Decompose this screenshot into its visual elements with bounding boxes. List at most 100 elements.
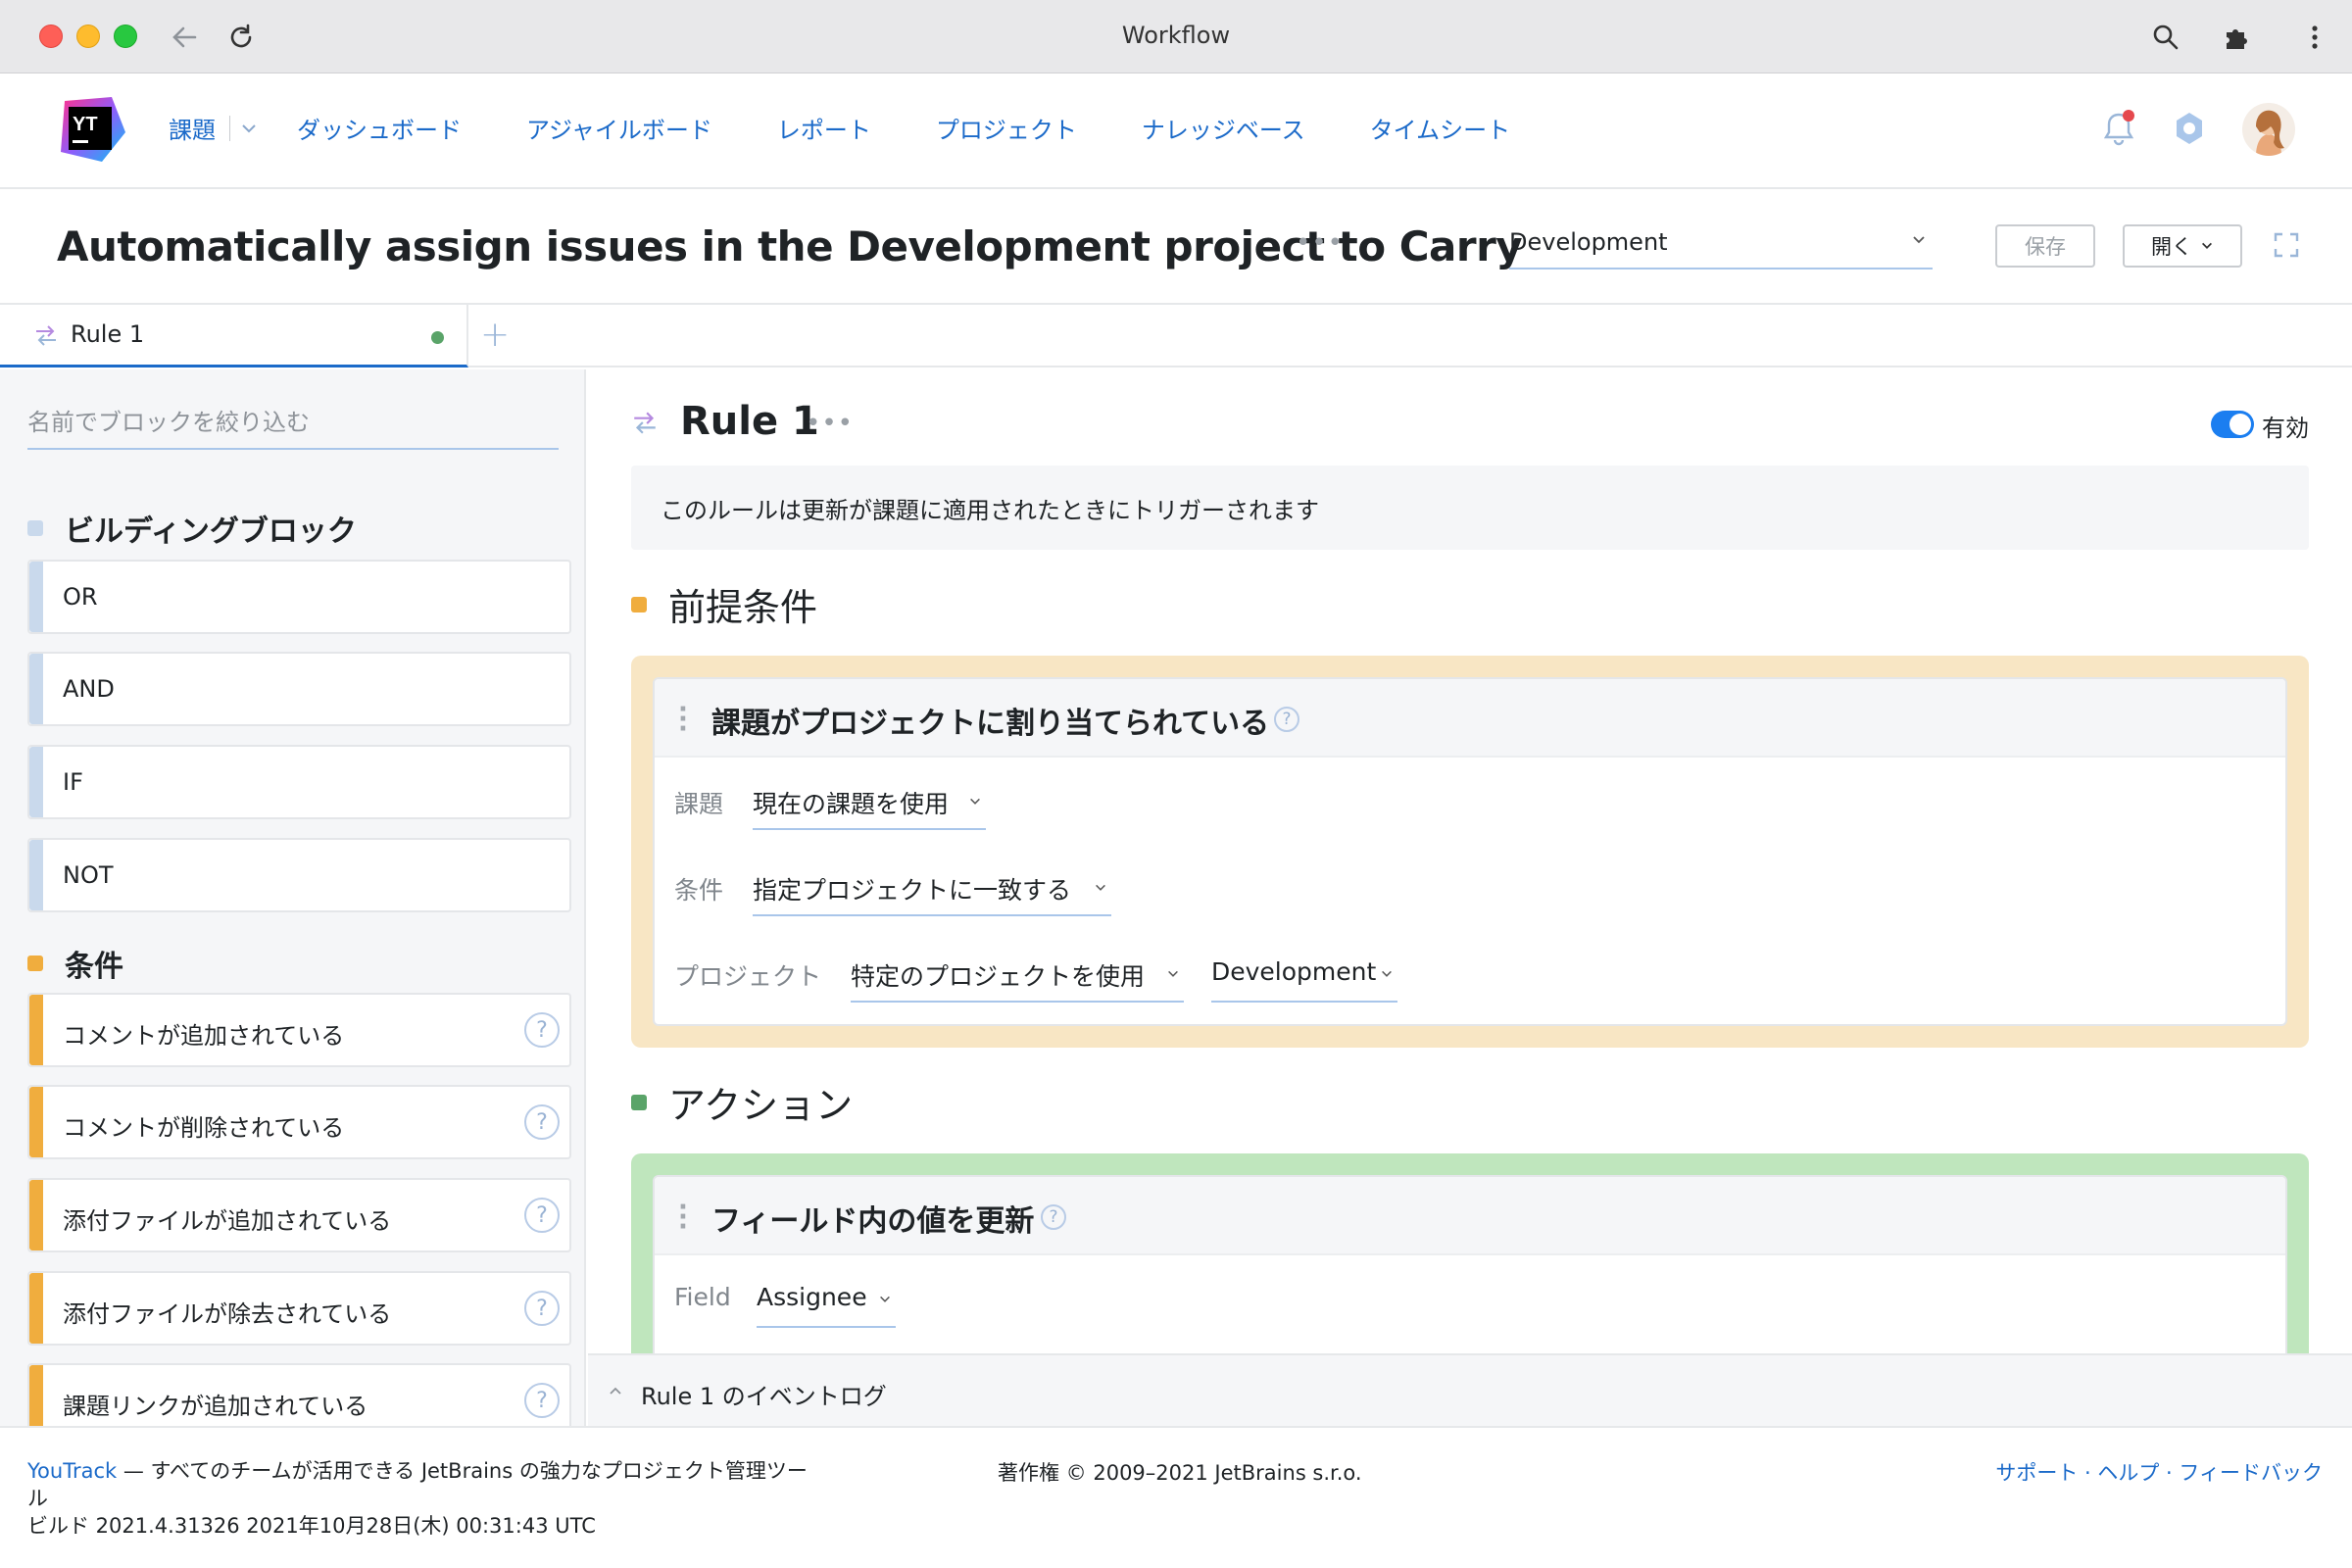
actions-title: アクション — [668, 1084, 854, 1127]
browser-menu-icon[interactable] — [2295, 18, 2334, 57]
section-marker — [27, 956, 43, 971]
trigger-text: このルールは更新が課題に適用されたときにトリガーされます — [661, 497, 1319, 524]
tab-rule-1[interactable]: Rule 1 — [0, 305, 468, 368]
nav-issues[interactable]: 課題 — [169, 111, 258, 145]
rule-editor: Rule 1 ••• 有効 このルールは更新が課題に適用されたときにトリガーされ… — [588, 369, 2352, 1355]
enabled-toggle[interactable] — [2211, 411, 2254, 438]
notifications-bell-icon[interactable] — [2093, 103, 2144, 154]
block-label: コメントが追加されている — [63, 1022, 345, 1050]
help-icon[interactable]: ? — [524, 1291, 560, 1326]
chevron-down-icon[interactable] — [240, 120, 258, 137]
event-log-toggle[interactable]: Rule 1 のイベントログ — [588, 1353, 2352, 1426]
issue-select[interactable]: 現在の課題を使用 — [753, 779, 986, 830]
main-nav: 課題 ダッシュボード アジャイルボード レポート プロジェクト ナレッジベース … — [169, 111, 1575, 145]
prerequisites-heading: 前提条件 — [631, 577, 817, 631]
project-select[interactable]: Development — [1509, 224, 1933, 270]
youtrack-logo[interactable]: YT — [55, 93, 127, 166]
section-marker — [631, 1094, 647, 1110]
block-label: 添付ファイルが追加されている — [63, 1207, 392, 1235]
rule-tabs: Rule 1 + — [0, 305, 2352, 368]
add-rule-button[interactable]: + — [480, 315, 510, 355]
condition-card[interactable]: · · · 課題がプロジェクトに割り当てられている ? 課題 現在の課題を使用 条件… — [653, 677, 2287, 1026]
rule-more-icon[interactable]: ••• — [806, 409, 854, 438]
rule-arrows-icon — [634, 412, 656, 434]
field-select[interactable]: Assignee — [757, 1277, 896, 1328]
field-row: Field Assignee — [674, 1277, 896, 1328]
action-card-title: フィールド内の値を更新 — [711, 1204, 1035, 1239]
condition-select-value: 指定プロジェクトに一致する — [753, 876, 1072, 905]
nav-agile-boards[interactable]: アジャイルボード — [526, 111, 712, 145]
help-icon[interactable]: ? — [1041, 1204, 1066, 1230]
project-name-select[interactable]: Development — [1211, 952, 1397, 1003]
fullscreen-icon[interactable] — [2272, 230, 2301, 260]
blocks-sidebar: 名前でブロックを絞り込む ビルディングブロック OR AND IF NOT 条件… — [0, 369, 586, 1426]
block-label: コメントが削除されている — [63, 1114, 345, 1142]
chevron-down-icon — [1382, 970, 1392, 977]
tab-label: Rule 1 — [71, 320, 145, 348]
settings-gear-icon[interactable] — [2164, 103, 2215, 154]
help-icon[interactable]: ? — [1274, 707, 1299, 732]
block-label: 課題リンクが追加されている — [63, 1393, 368, 1420]
chevron-down-icon — [1096, 884, 1105, 891]
svg-text:YT: YT — [73, 114, 98, 135]
block-if[interactable]: IF — [27, 745, 571, 819]
nav-timesheets[interactable]: タイムシート — [1370, 111, 1511, 145]
footer-about: YouTrack — すべてのチームが活用できる JetBrains の強力なプ… — [27, 1457, 821, 1540]
condition-issue-link-added[interactable]: 課題リンクが追加されている? — [27, 1363, 571, 1426]
extensions-puzzle-icon[interactable] — [2217, 18, 2256, 57]
trigger-description: このルールは更新が課題に適用されたときにトリガーされます — [631, 466, 2309, 550]
block-filter-placeholder: 名前でブロックを絞り込む — [27, 409, 310, 436]
rule-arrows-icon — [36, 325, 56, 346]
block-filter-input[interactable]: 名前でブロックを絞り込む — [27, 403, 559, 450]
user-avatar[interactable] — [2242, 103, 2295, 156]
footer-description: — すべてのチームが活用できる JetBrains の強力なプロジェクト管理ツー… — [27, 1459, 808, 1510]
chevron-down-icon — [970, 798, 980, 805]
save-button[interactable]: 保存 — [1995, 224, 2095, 268]
project-source-select[interactable]: 特定のプロジェクトを使用 — [851, 952, 1184, 1003]
help-icon[interactable]: ? — [524, 1383, 560, 1418]
block-and[interactable]: AND — [27, 652, 571, 726]
action-card[interactable]: · · · フィールド内の値を更新 ? Field Assignee — [653, 1175, 2287, 1355]
project-label: プロジェクト — [674, 962, 822, 991]
project-source-value: 特定のプロジェクトを使用 — [851, 962, 1146, 991]
drag-handle-icon[interactable]: · · · — [678, 697, 688, 742]
help-icon[interactable]: ? — [524, 1012, 560, 1048]
title-more-icon[interactable]: ••• — [1296, 228, 1344, 258]
page-footer: YouTrack — すべてのチームが活用できる JetBrains の強力なプ… — [0, 1426, 2352, 1568]
drag-handle-icon[interactable]: · · · — [678, 1195, 688, 1240]
block-not[interactable]: NOT — [27, 838, 571, 912]
condition-select[interactable]: 指定プロジェクトに一致する — [753, 865, 1111, 916]
condition-card-title: 課題がプロジェクトに割り当てられている — [711, 707, 1270, 741]
block-label: IF — [63, 768, 83, 796]
nav-projects[interactable]: プロジェクト — [936, 111, 1077, 145]
browser-title: Workflow — [1121, 22, 1231, 49]
condition-attachment-added[interactable]: 添付ファイルが追加されている? — [27, 1178, 571, 1252]
section-marker — [27, 520, 43, 536]
issue-label: 課題 — [674, 790, 724, 818]
open-button[interactable]: 開く — [2123, 224, 2242, 268]
prerequisites-title: 前提条件 — [668, 586, 818, 629]
actions-heading: アクション — [631, 1075, 853, 1129]
support-help-feedback-links[interactable]: サポート · ヘルプ · フィードバック — [1995, 1457, 2323, 1487]
nav-reports[interactable]: レポート — [777, 111, 871, 145]
help-icon[interactable]: ? — [524, 1198, 560, 1233]
field-select-value: Assignee — [757, 1283, 867, 1311]
condition-attachment-removed[interactable]: 添付ファイルが除去されている? — [27, 1271, 571, 1346]
action-card-header: · · · フィールド内の値を更新 ? — [655, 1177, 2285, 1255]
nav-knowledge-base[interactable]: ナレッジベース — [1142, 111, 1305, 145]
youtrack-link[interactable]: YouTrack — [27, 1459, 117, 1483]
condition-comment-deleted[interactable]: コメントが削除されている? — [27, 1085, 571, 1159]
building-blocks-title: ビルディングブロック — [65, 514, 357, 549]
condition-comment-added[interactable]: コメントが追加されている? — [27, 993, 571, 1067]
project-name-value: Development — [1211, 957, 1377, 986]
conditions-heading: 条件 — [27, 942, 123, 985]
block-or[interactable]: OR — [27, 560, 571, 634]
block-label: NOT — [63, 861, 114, 889]
event-log-label: Rule 1 のイベントログ — [641, 1383, 887, 1410]
help-icon[interactable]: ? — [524, 1104, 560, 1140]
nav-dashboards[interactable]: ダッシュボード — [297, 111, 462, 145]
copyright: 著作権 © 2009–2021 JetBrains s.r.o. — [998, 1461, 1362, 1485]
nav-issues-label[interactable]: 課題 — [169, 111, 216, 145]
actions-container: · · · フィールド内の値を更新 ? Field Assignee — [631, 1153, 2309, 1355]
search-icon[interactable] — [2146, 18, 2185, 57]
